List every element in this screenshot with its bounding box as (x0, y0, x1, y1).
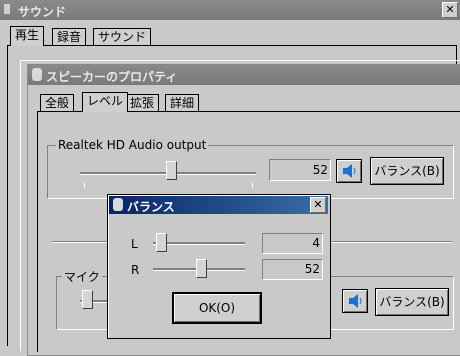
output-mute-button[interactable] (336, 159, 362, 183)
right-level-field[interactable]: 52 (262, 259, 323, 280)
mic-mute-button[interactable] (342, 289, 368, 313)
output-slider-tick (252, 183, 253, 188)
tab-recording[interactable]: 録音 (52, 28, 87, 46)
props-window-title: スピーカーのプロパティ (46, 70, 178, 84)
mic-slider-thumb[interactable] (82, 290, 93, 309)
output-slider-thumb[interactable] (166, 161, 178, 180)
right-channel-label: R (131, 263, 140, 277)
speaker-volume-icon (343, 164, 356, 178)
props-speaker-icon (32, 68, 42, 81)
right-slider-thumb[interactable] (195, 259, 207, 278)
tab-general[interactable]: 全般 (40, 94, 75, 112)
balance-title: バランス (127, 200, 175, 214)
speaker-icon (4, 4, 10, 14)
tab-advanced[interactable]: 詳細 (165, 94, 200, 112)
speaker-volume-icon (349, 294, 362, 308)
output-balance-button[interactable]: バランス(B) (370, 157, 444, 185)
mic-group-label: マイク (62, 268, 102, 285)
mic-balance-button[interactable]: バランス(B) (375, 288, 449, 316)
output-group-label: Realtek HD Audio output (56, 138, 209, 152)
tab-playback[interactable]: 再生 (10, 26, 45, 46)
main-window-title: サウンド (18, 5, 67, 19)
balance-title-bar: バランス ✕ (109, 196, 328, 214)
tab-sounds[interactable]: サウンド (93, 28, 152, 46)
props-title-bar: スピーカーのプロパティ (28, 65, 460, 85)
close-button[interactable]: ✕ (442, 2, 458, 18)
ok-button[interactable]: OK(O) (172, 292, 262, 324)
balance-close-button[interactable]: ✕ (310, 197, 326, 213)
balance-shield-icon (113, 198, 123, 211)
tab-levels[interactable]: レベル (82, 92, 129, 112)
main-title-bar: サウンド ✕ (0, 0, 460, 20)
left-level-field[interactable]: 4 (262, 233, 323, 254)
left-slider-thumb[interactable] (156, 233, 168, 252)
left-channel-label: L (131, 237, 138, 251)
tab-enhancements[interactable]: 拡張 (125, 94, 160, 112)
output-slider-tick (84, 183, 85, 188)
output-level-field[interactable]: 52 (269, 159, 331, 181)
